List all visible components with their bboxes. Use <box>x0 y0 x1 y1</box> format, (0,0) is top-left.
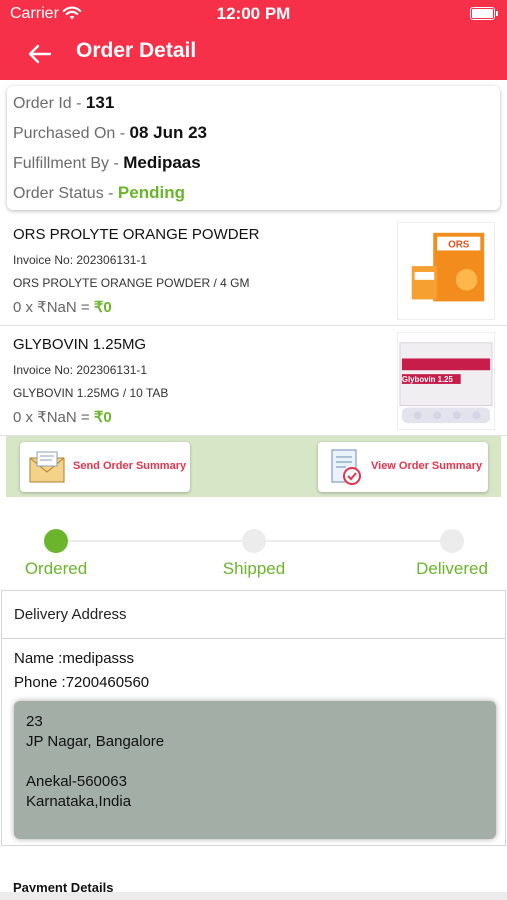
app-bar: Order Detail <box>0 30 507 80</box>
order-id-value: 131 <box>85 93 115 112</box>
fulfillment-row: Fulfillment By - Medipaas <box>13 153 201 172</box>
address-line: 23 <box>26 713 43 730</box>
item-description: GLYBOVIN 1.25MG / 10 TAB <box>13 386 169 400</box>
purchased-on-row: Purchased On - 08 Jun 23 <box>13 123 208 142</box>
item-price: 0 x ₹NaN = ₹0 <box>13 409 112 426</box>
product-image-glybovin: Glybovin 1.25 <box>397 332 495 430</box>
battery-icon <box>470 7 498 20</box>
step-label-ordered: Ordered <box>24 559 88 578</box>
address-line: JP Nagar, Bangalore <box>26 733 165 750</box>
recipient-name: Name :medipasss <box>14 650 135 667</box>
send-order-summary-label: Send Order Summary <box>73 460 187 472</box>
order-summary-card: Order Id - 131 Purchased On - 08 Jun 23 … <box>7 86 500 210</box>
document-check-icon <box>331 449 361 485</box>
list-item[interactable]: GLYBOVIN 1.25MG Invoice No: 202306131-1 … <box>0 326 507 436</box>
delivery-address-heading: Delivery Address <box>14 606 127 623</box>
view-order-summary-label: View Order Summary <box>371 460 483 472</box>
item-invoice: Invoice No: 202306131-1 <box>13 363 148 377</box>
delivery-address-section: Delivery Address Name :medipasss Phone :… <box>1 590 506 846</box>
address-box: 23 JP Nagar, Bangalore Anekal-560063 Kar… <box>14 701 496 839</box>
order-actions-bar: Send Order Summary View Order Summary <box>6 436 501 497</box>
envelope-icon <box>29 451 65 483</box>
purchased-on-value: 08 Jun 23 <box>129 123 208 142</box>
bottom-divider <box>0 892 507 900</box>
back-arrow-icon[interactable] <box>26 41 54 67</box>
item-price: 0 x ₹NaN = ₹0 <box>13 299 112 316</box>
item-invoice: Invoice No: 202306131-1 <box>13 253 148 267</box>
view-order-summary-button[interactable]: View Order Summary <box>318 442 488 492</box>
item-name: GLYBOVIN 1.25MG <box>13 336 147 353</box>
order-progress-tracker: Ordered Shipped Delivered <box>0 500 507 584</box>
svg-text:ORS: ORS <box>448 239 470 250</box>
order-detail-content: Order Id - 131 Purchased On - 08 Jun 23 … <box>0 80 507 900</box>
step-label-delivered: Delivered <box>416 559 488 578</box>
fulfillment-value: Medipaas <box>123 153 201 172</box>
order-items-list: ORS PROLYTE ORANGE POWDER Invoice No: 20… <box>0 216 507 436</box>
recipient-phone: Phone :7200460560 <box>14 674 150 691</box>
address-line: Anekal-560063 <box>26 773 127 790</box>
delivery-address-header: Delivery Address <box>2 591 505 639</box>
order-status-row: Order Status - Pending <box>13 183 185 202</box>
clock: 12:00 PM <box>216 4 291 23</box>
step-dot-shipped <box>242 529 266 553</box>
list-item[interactable]: ORS PROLYTE ORANGE POWDER Invoice No: 20… <box>0 216 507 326</box>
item-name: ORS PROLYTE ORANGE POWDER <box>13 226 260 243</box>
step-dot-delivered <box>440 529 464 553</box>
status-bar: Carrier 12:00 PM <box>0 0 507 30</box>
order-status-value: Pending <box>117 183 185 202</box>
send-order-summary-button[interactable]: Send Order Summary <box>20 442 190 492</box>
step-label-shipped: Shipped <box>222 559 286 578</box>
address-line: Karnataka,India <box>26 793 132 810</box>
step-dot-ordered <box>44 529 68 553</box>
page-title: Order Detail <box>76 39 197 62</box>
svg-text:Glybovin 1.25: Glybovin 1.25 <box>402 375 454 384</box>
item-description: ORS PROLYTE ORANGE POWDER / 4 GM <box>13 276 250 290</box>
product-image-ors: ORS <box>397 222 495 320</box>
order-id-row: Order Id - 131 <box>13 93 115 112</box>
